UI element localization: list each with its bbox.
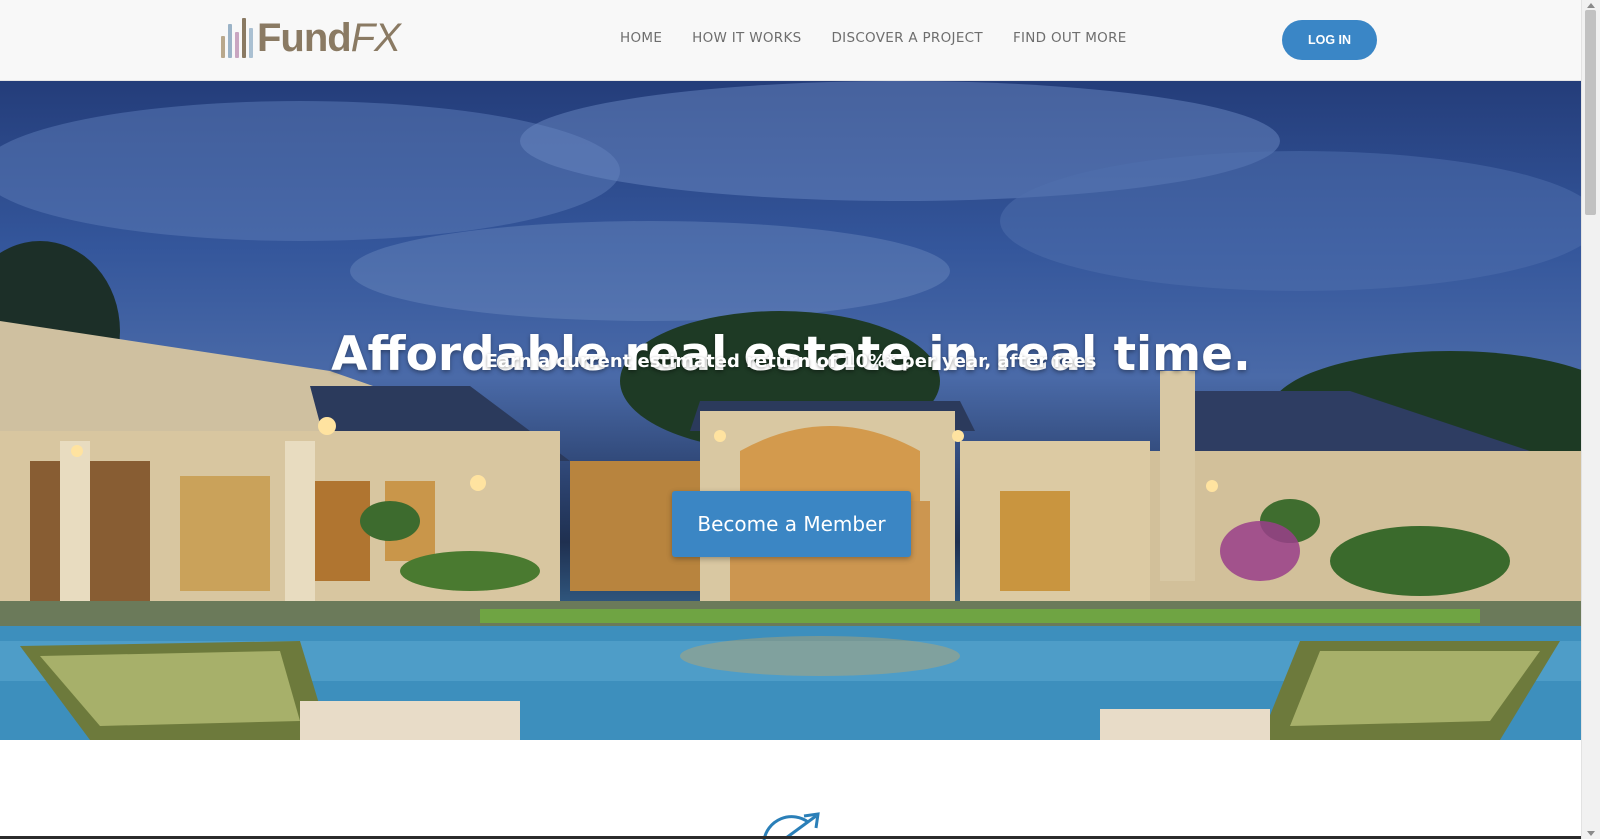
- logo-text-fund: Fund: [257, 16, 352, 60]
- page-scrollbar[interactable]: [1581, 0, 1600, 839]
- login-button[interactable]: LOG IN: [1282, 20, 1377, 60]
- main-nav: HOME HOW IT WORKS DISCOVER A PROJECT FIN…: [620, 30, 1127, 46]
- fundfx-logo[interactable]: FundFX: [221, 14, 401, 60]
- hero-banner: Affordable real estate in real time. Ear…: [0, 81, 1582, 740]
- hero-subtitle: Earn a current estimated return of 10%* …: [485, 351, 1097, 372]
- nav-item-find-out-more[interactable]: FIND OUT MORE: [1013, 30, 1127, 46]
- scrollbar-thumb[interactable]: [1585, 10, 1596, 215]
- hero-background-image: [0, 81, 1582, 740]
- become-a-member-button[interactable]: Become a Member: [672, 491, 911, 557]
- nav-item-how-it-works[interactable]: HOW IT WORKS: [692, 30, 801, 46]
- nav-item-home[interactable]: HOME: [620, 30, 662, 46]
- logo-bars-icon: [221, 18, 253, 58]
- nav-item-discover-a-project[interactable]: DISCOVER A PROJECT: [831, 30, 982, 46]
- logo-text-fx: FX: [350, 16, 401, 60]
- scroll-up-icon[interactable]: [1587, 3, 1595, 8]
- logo-text: FundFX: [257, 16, 401, 60]
- site-header: FundFX HOME HOW IT WORKS DISCOVER A PROJ…: [0, 0, 1582, 81]
- scroll-down-icon[interactable]: [1587, 831, 1595, 836]
